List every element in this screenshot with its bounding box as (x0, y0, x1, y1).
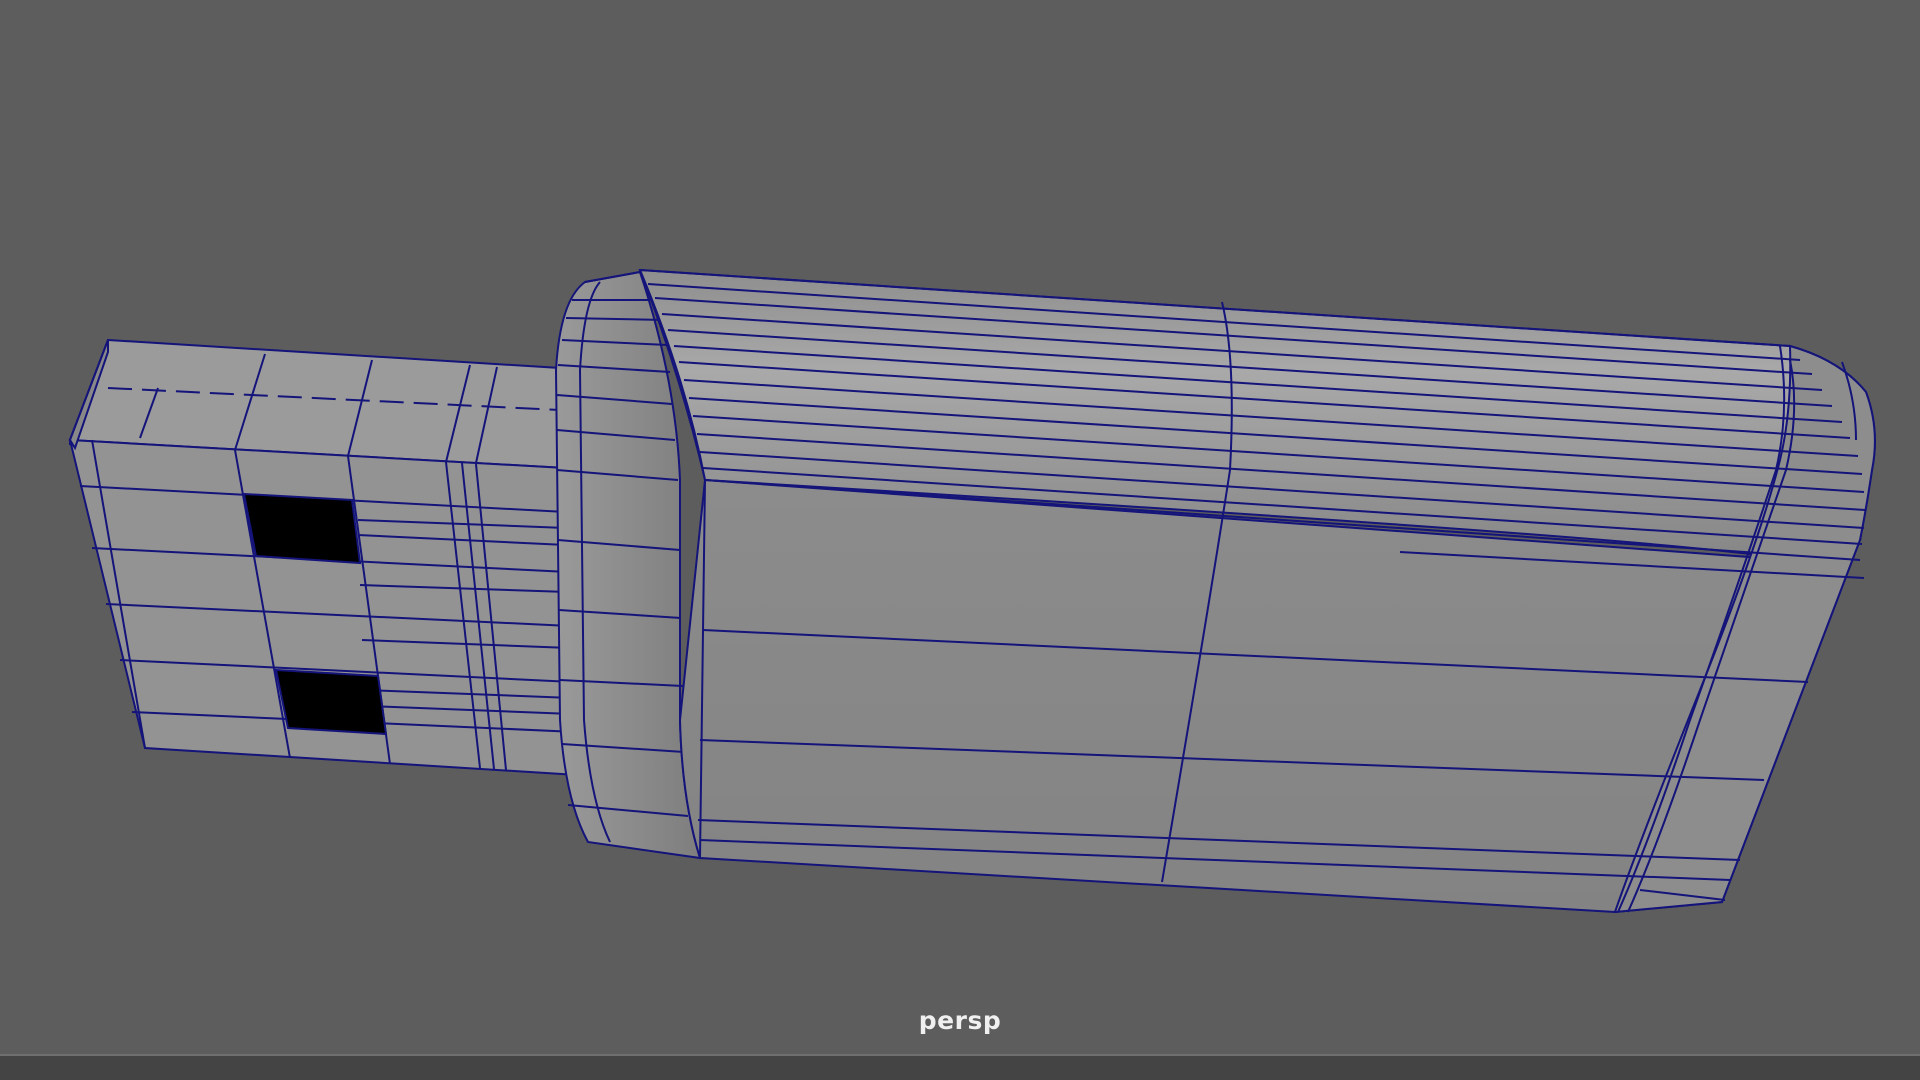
usb-body-mesh[interactable] (638, 268, 1876, 914)
usb-connector-mesh[interactable] (68, 338, 580, 777)
connector-hole-top (242, 492, 362, 565)
perspective-viewport[interactable]: persp (0, 0, 1920, 1054)
viewport-bottom-bar (0, 1054, 1920, 1080)
camera-name-label: persp (918, 1006, 1002, 1035)
connector-hole-bottom (274, 668, 388, 736)
scene-canvas[interactable] (0, 0, 1920, 1054)
usb-drive-model[interactable] (68, 268, 1876, 914)
